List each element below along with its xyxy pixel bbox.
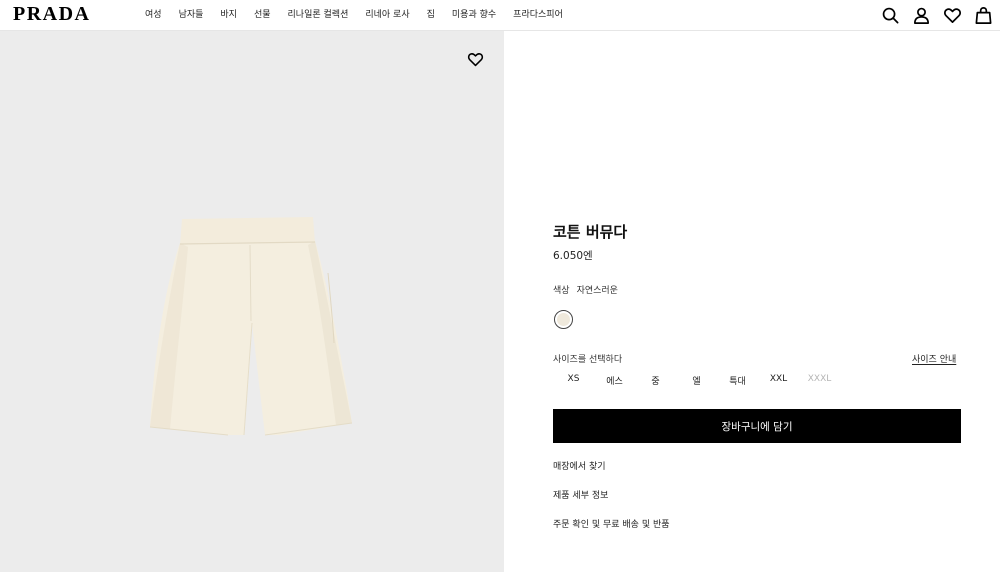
main-nav: 여성 남자들 바지 선물 리나일론 컬렉션 리네아 로사 집 미용과 향수 프라… [145, 9, 563, 21]
shipping-returns-link[interactable]: 주문 확인 및 무료 배송 및 반품 [553, 517, 670, 530]
size-options: XS 에스 중 엘 특대 XXL XXXL [553, 374, 840, 387]
color-value: 자연스러운 [576, 286, 618, 296]
size-option-xl[interactable]: 특대 [717, 374, 758, 387]
product-price: 6.050엔 [553, 250, 593, 262]
nav-item-pradasphere[interactable]: 프라다스피어 [513, 9, 563, 21]
size-select-label: 사이즈를 선택하다 [553, 355, 623, 365]
size-guide-link[interactable]: 사이즈 안내 [912, 352, 956, 365]
site-header: PRADA 여성 남자들 바지 선물 리나일론 컬렉션 리네아 로사 집 미용과… [0, 0, 1000, 31]
add-to-cart-button[interactable]: 장바구니에 담기 [553, 409, 961, 443]
nav-item-bags[interactable]: 바지 [220, 9, 237, 21]
color-swatch-natural[interactable] [554, 310, 573, 329]
find-in-store-link[interactable]: 매장에서 찾기 [553, 459, 606, 472]
swatch-fill [557, 313, 570, 326]
size-option-m[interactable]: 중 [635, 374, 676, 387]
wishlist-icon[interactable] [943, 6, 962, 25]
size-option-xxxl: XXXL [807, 374, 832, 384]
size-option-l[interactable]: 엘 [676, 374, 717, 387]
nav-item-women[interactable]: 여성 [145, 9, 162, 21]
heart-icon[interactable] [467, 51, 484, 68]
color-row: 색상 자연스러운 [553, 283, 618, 296]
color-label: 색상 [553, 286, 570, 296]
size-option-xxl[interactable]: XXL [758, 374, 799, 387]
product-details-panel: 코튼 버뮤다 6.050엔 색상 자연스러운 사이즈를 선택하다 사이즈 안내 … [504, 31, 1000, 572]
account-icon[interactable] [912, 6, 931, 25]
size-option-s[interactable]: 에스 [594, 374, 635, 387]
size-option-xs[interactable]: XS [553, 374, 594, 387]
search-icon[interactable] [881, 6, 900, 25]
nav-item-gifts[interactable]: 선물 [254, 9, 271, 21]
nav-item-beauty[interactable]: 미용과 향수 [452, 9, 496, 21]
nav-item-men[interactable]: 남자들 [179, 9, 204, 21]
nav-item-linea-rossa[interactable]: 리네아 로사 [365, 9, 409, 21]
product-details-link[interactable]: 제품 세부 정보 [553, 488, 608, 501]
product-title: 코튼 버뮤다 [553, 223, 628, 241]
header-actions [881, 6, 993, 25]
nav-item-re-nylon[interactable]: 리나일론 컬렉션 [288, 9, 349, 21]
prada-logo[interactable]: PRADA [13, 4, 91, 24]
bag-icon[interactable] [974, 6, 993, 25]
product-image-panel [0, 31, 504, 572]
product-image-shorts[interactable] [140, 213, 360, 443]
nav-item-home[interactable]: 집 [427, 9, 435, 21]
